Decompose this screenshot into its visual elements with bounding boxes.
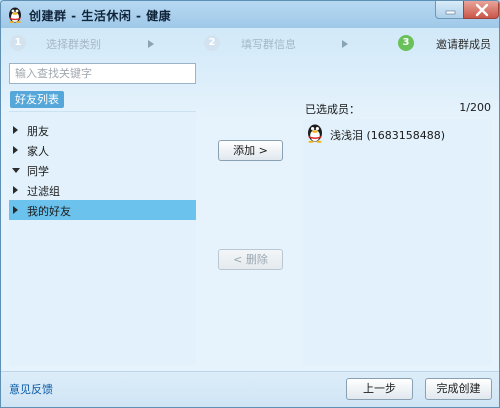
create-group-window: 创建群 - 生活休闲 - 健康 1 选择群类别 2 填写群信息 3 邀请群成员 … [0, 0, 500, 408]
minimize-button[interactable] [435, 1, 464, 19]
tree-item-my-friends[interactable]: 我的好友 [9, 200, 196, 220]
tree-item-classmates[interactable]: 同学 [9, 160, 196, 180]
wizard-steps: 1 选择群类别 2 填写群信息 3 邀请群成员 [1, 31, 499, 57]
step-1-number: 1 [10, 35, 26, 51]
close-icon [475, 3, 489, 17]
expand-arrow-icon[interactable] [13, 146, 18, 154]
tree-item-friends[interactable]: 朋友 [9, 120, 196, 140]
step-arrow-icon [342, 40, 348, 48]
minimize-icon [445, 10, 456, 15]
selected-members-list: 浅浅泪 (1683158488) [303, 119, 492, 365]
step-3-label: 邀请群成员 [436, 38, 491, 51]
feedback-link[interactable]: 意见反馈 [9, 381, 53, 397]
member-name: 浅浅泪 (1683158488) [330, 129, 446, 142]
title-bar[interactable]: 创建群 - 生活休闲 - 健康 [1, 1, 499, 28]
window-title: 创建群 - 生活休闲 - 健康 [29, 9, 172, 23]
selected-members-count: 1/200 [459, 101, 491, 114]
expand-arrow-icon[interactable] [13, 186, 18, 194]
close-button[interactable] [463, 1, 499, 19]
collapse-arrow-icon[interactable] [12, 168, 20, 173]
finish-create-button[interactable]: 完成创建 [425, 378, 492, 400]
tree-item-family[interactable]: 家人 [9, 140, 196, 160]
tree-item-label: 朋友 [27, 125, 49, 138]
step-2-label: 填写群信息 [241, 38, 296, 51]
search-input[interactable] [9, 63, 196, 84]
step-3-number: 3 [398, 35, 414, 51]
tree-item-label: 家人 [27, 145, 49, 158]
tree-item-label: 同学 [27, 165, 49, 178]
bottom-bar: 意见反馈 上一步 完成创建 [1, 371, 499, 407]
qq-penguin-icon [7, 6, 23, 23]
list-item[interactable]: 浅浅泪 (1683158488) [303, 122, 492, 144]
remove-member-button[interactable]: < 删除 [218, 249, 283, 270]
tree-item-label: 过滤组 [27, 185, 60, 198]
tree-item-filter-group[interactable]: 过滤组 [9, 180, 196, 200]
step-1-label: 选择群类别 [46, 38, 101, 51]
tab-friend-list[interactable]: 好友列表 [10, 91, 64, 108]
step-arrow-icon [148, 40, 154, 48]
friend-group-tree: 朋友 家人 同学 过滤组 我的好友 [9, 111, 196, 365]
expand-arrow-icon[interactable] [13, 206, 18, 214]
tree-item-label: 我的好友 [27, 205, 71, 218]
step-2-number: 2 [204, 35, 220, 51]
friend-picker: 好友列表 朋友 家人 同学 过滤组 我的好友 [9, 63, 196, 365]
qq-penguin-icon [306, 123, 324, 143]
previous-step-button[interactable]: 上一步 [346, 378, 413, 400]
expand-arrow-icon[interactable] [13, 126, 18, 134]
selected-members-label: 已选成员： [305, 103, 360, 116]
add-member-button[interactable]: 添加 > [218, 140, 283, 161]
